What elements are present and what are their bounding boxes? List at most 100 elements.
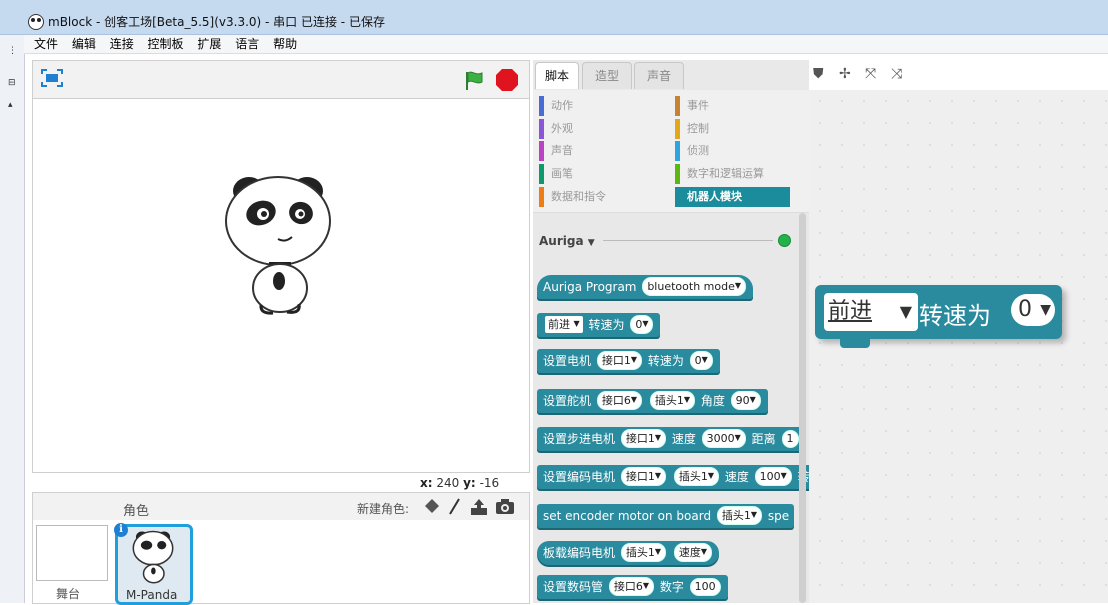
category-robots[interactable]: 机器人模块 bbox=[675, 187, 790, 207]
speed-value: 3000 bbox=[706, 432, 735, 445]
block-set-encoder-motor[interactable]: 设置编码电机 接口1▼ 插头1▼ 速度 100▼ 转 bbox=[537, 465, 809, 489]
port-value: 接口6 bbox=[601, 394, 631, 407]
category-data[interactable]: 数据和指令 bbox=[539, 187, 661, 207]
script-block-move-direction[interactable]: 前进 ▼ 转速为 0 ▼ bbox=[815, 285, 1062, 339]
menu-bar: 文件 编辑 连接 控制板 扩展 语言 帮助 bbox=[24, 35, 1108, 54]
palette-scrollbar[interactable] bbox=[799, 213, 806, 603]
block-onboard-encoder-motor[interactable]: set encoder motor on board 插头1▼ spe bbox=[537, 504, 795, 528]
strip-text-icon: ⊟ bbox=[8, 78, 16, 88]
title-bar: mBlock - 创客工场[Beta_5.5](v3.3.0) - 串口 已连接… bbox=[0, 0, 1108, 35]
green-flag-icon[interactable] bbox=[463, 69, 485, 91]
menu-edit[interactable]: 编辑 bbox=[72, 35, 96, 53]
divider bbox=[603, 240, 773, 241]
slot-dropdown[interactable]: 插头1▼ bbox=[649, 391, 695, 410]
block-set-7segment[interactable]: 设置数码管 接口6▼ 数字 100 bbox=[537, 575, 728, 599]
port-dropdown[interactable]: 接口1▼ bbox=[620, 467, 666, 486]
stage-header bbox=[32, 60, 530, 99]
menu-extensions[interactable]: 扩展 bbox=[197, 35, 221, 53]
direction-dropdown[interactable]: 前进 ▼ bbox=[545, 316, 583, 333]
slot-value: 插头1 bbox=[654, 394, 684, 407]
slot-dropdown[interactable]: 插头1▼ bbox=[716, 506, 763, 525]
category-sensing[interactable]: 侦测 bbox=[675, 141, 792, 161]
strip-up-icon[interactable]: ▴ bbox=[8, 100, 13, 110]
menu-board[interactable]: 控制板 bbox=[148, 35, 184, 53]
block-label: 角度 bbox=[700, 394, 725, 408]
paint-sprite-icon[interactable] bbox=[423, 498, 441, 516]
direction-dropdown[interactable]: 前进 ▼ bbox=[824, 293, 918, 331]
port-dropdown[interactable]: 接口1▼ bbox=[596, 351, 642, 370]
slot-dropdown[interactable]: 插头1▼ bbox=[673, 467, 719, 486]
panda-sprite[interactable] bbox=[223, 173, 333, 318]
menu-file[interactable]: 文件 bbox=[34, 35, 58, 53]
category-operators[interactable]: 数字和逻辑运算 bbox=[675, 164, 792, 184]
number-input[interactable]: 100 bbox=[689, 578, 721, 596]
slot-value: 插头1 bbox=[678, 470, 708, 483]
panda-thumbnail bbox=[132, 530, 174, 584]
block-set-stepper[interactable]: 设置步进电机 接口1▼ 速度 3000▼ 距离 1 bbox=[537, 427, 806, 451]
block-label: 设置电机 bbox=[543, 354, 592, 368]
category-events[interactable]: 事件 bbox=[675, 96, 792, 116]
port-dropdown[interactable]: 接口6▼ bbox=[608, 577, 654, 596]
tab-costumes[interactable]: 造型 bbox=[582, 62, 632, 89]
block-label: set encoder motor on board bbox=[543, 509, 712, 523]
block-board-encoder-reporter[interactable]: 板载编码电机 插头1▼ 速度▼ bbox=[537, 541, 719, 565]
category-sound[interactable]: 声音 bbox=[539, 141, 661, 161]
port-dropdown[interactable]: 接口1▼ bbox=[620, 429, 666, 448]
coord-y-label: y: bbox=[463, 476, 476, 490]
upload-sprite-icon[interactable] bbox=[469, 497, 489, 517]
speed-input[interactable]: 3000▼ bbox=[701, 429, 746, 448]
block-set-motor[interactable]: 设置电机 接口1▼ 转速为 0▼ bbox=[537, 349, 720, 373]
speed-input[interactable]: 100▼ bbox=[754, 467, 792, 486]
category-control[interactable]: 控制 bbox=[675, 119, 792, 139]
block-notch bbox=[840, 338, 870, 348]
menu-connect[interactable]: 连接 bbox=[110, 35, 134, 53]
coord-x-value: 240 bbox=[436, 476, 460, 490]
delete-icon[interactable]: ✢ bbox=[839, 66, 851, 82]
speed-input[interactable]: 0▼ bbox=[630, 315, 654, 334]
fullscreen-icon[interactable] bbox=[41, 69, 63, 87]
block-label: 设置编码电机 bbox=[543, 470, 616, 484]
grow-icon[interactable]: ⤧ bbox=[865, 66, 876, 82]
shrink-icon[interactable]: ⤨ bbox=[891, 66, 902, 82]
menu-language[interactable]: 语言 bbox=[235, 35, 259, 53]
stage-thumbnail[interactable] bbox=[36, 525, 108, 581]
stage-label: 舞台 bbox=[56, 587, 81, 601]
duplicate-icon[interactable]: ⛊ bbox=[813, 66, 824, 82]
new-sprite-label: 新建角色: bbox=[357, 502, 410, 516]
coord-y-value: -16 bbox=[479, 476, 500, 490]
direction-value: 前进 bbox=[828, 299, 873, 324]
device-selector[interactable]: Auriga ▼ bbox=[539, 234, 595, 248]
speed-input[interactable]: 0▼ bbox=[689, 351, 713, 370]
menu-help[interactable]: 帮助 bbox=[273, 35, 297, 53]
block-palette: Auriga ▼ Auriga Program bluetooth mode▼ … bbox=[533, 213, 809, 603]
category-motion[interactable]: 动作 bbox=[539, 96, 661, 116]
block-label: 转速为 bbox=[588, 318, 625, 332]
sprite-name: M-Panda bbox=[126, 588, 178, 602]
block-label: 数字 bbox=[659, 580, 684, 594]
camera-icon[interactable] bbox=[495, 498, 515, 516]
sprite-card[interactable]: i M-Panda bbox=[114, 523, 193, 605]
stop-icon[interactable] bbox=[495, 68, 519, 92]
info-icon[interactable]: i bbox=[114, 523, 128, 537]
distance-input[interactable]: 1 bbox=[781, 430, 799, 448]
block-auriga-program[interactable]: Auriga Program bluetooth mode▼ bbox=[537, 275, 754, 299]
slot-dropdown[interactable]: 插头1▼ bbox=[620, 543, 666, 562]
speed-input[interactable]: 0▼ bbox=[1011, 294, 1055, 326]
option-dropdown[interactable]: 速度▼ bbox=[673, 543, 712, 562]
block-move-direction[interactable]: 前进 ▼ 转速为 0▼ bbox=[537, 313, 661, 337]
block-set-servo[interactable]: 设置舵机 接口6▼ 插头1▼ 角度 90▼ bbox=[537, 389, 768, 413]
port-value: 接口1 bbox=[625, 470, 655, 483]
category-pen[interactable]: 画笔 bbox=[539, 164, 661, 184]
tab-scripts[interactable]: 脚本 bbox=[535, 62, 579, 89]
port-value: 接口1 bbox=[625, 432, 655, 445]
category-looks[interactable]: 外观 bbox=[539, 119, 661, 139]
angle-input[interactable]: 90▼ bbox=[730, 391, 761, 410]
stage-canvas[interactable] bbox=[32, 98, 530, 473]
block-label: 速度 bbox=[671, 432, 696, 446]
port-dropdown[interactable]: 接口6▼ bbox=[596, 391, 642, 410]
tab-sounds[interactable]: 声音 bbox=[634, 62, 684, 89]
mode-dropdown[interactable]: bluetooth mode▼ bbox=[642, 277, 747, 296]
app-logo-icon bbox=[28, 14, 44, 30]
brush-icon[interactable] bbox=[447, 498, 461, 516]
block-label: 设置步进电机 bbox=[543, 432, 616, 446]
